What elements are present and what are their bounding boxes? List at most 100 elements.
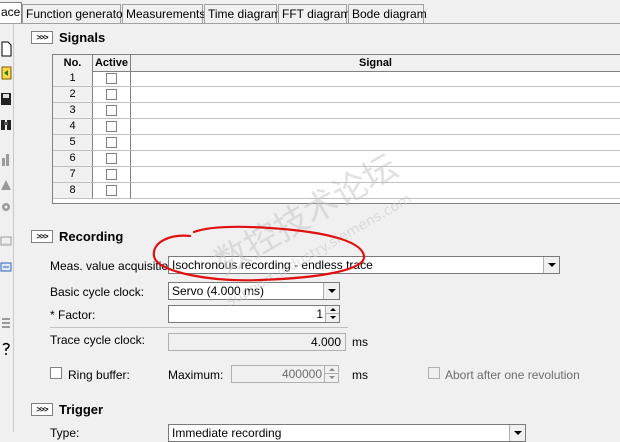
gear-icon[interactable] [0, 198, 12, 216]
device-icon[interactable]: … [0, 232, 12, 250]
spin-down-button [325, 374, 338, 382]
active-cell [93, 135, 131, 150]
factor-label: * Factor: [50, 308, 96, 322]
table-row[interactable]: 5 [53, 135, 620, 151]
tab-bode-diagram[interactable]: Bode diagram [348, 4, 427, 23]
signal-cell[interactable] [131, 183, 620, 198]
svg-text:…: … [3, 239, 9, 246]
active-cell [93, 167, 131, 182]
active-checkbox[interactable] [106, 89, 117, 100]
tab-label: Bode diagram [352, 7, 427, 21]
tab-time-diagram[interactable]: Time diagram [204, 4, 281, 23]
row-number: 2 [53, 87, 93, 102]
signal-cell[interactable] [131, 87, 620, 102]
recording-expand-button[interactable]: >>> [31, 230, 53, 243]
save-icon[interactable] [0, 90, 12, 108]
active-checkbox[interactable] [106, 153, 117, 164]
factor-value: 1 [316, 307, 323, 321]
chevron-down-icon[interactable] [543, 257, 559, 273]
binoculars-icon[interactable] [0, 116, 12, 134]
maximum-unit: ms [352, 368, 368, 382]
trigger-title: Trigger [59, 402, 104, 417]
meas-value-label: Meas. value acquisition: [50, 259, 179, 273]
row-number: 8 [53, 183, 93, 198]
row-number: 1 [53, 71, 93, 86]
signal-cell[interactable] [131, 103, 620, 118]
tab-function-generator[interactable]: Function generator [22, 4, 127, 23]
maximum-label: Maximum: [168, 368, 224, 382]
row-number: 4 [53, 119, 93, 134]
active-cell [93, 119, 131, 134]
main-panel: >>> Signals No. Active Signal 12345678 >… [14, 24, 620, 442]
active-checkbox[interactable] [106, 169, 117, 180]
active-cell [93, 71, 131, 86]
basic-cycle-text: Servo (4.000 ms) [172, 284, 265, 298]
spin-up-button [325, 366, 338, 374]
signal-cell[interactable] [131, 135, 620, 150]
factor-stepper[interactable]: 1 [168, 305, 340, 323]
trigger-expand-button[interactable]: >>> [31, 403, 53, 416]
signal-cell[interactable] [131, 151, 620, 166]
meas-value-text: Isochronous recording - endless trace [172, 258, 373, 272]
list-icon[interactable] [0, 314, 12, 332]
trace-cycle-value: 4.000 [310, 335, 341, 349]
signals-expand-button[interactable]: >>> [31, 31, 53, 44]
ring-buffer-label: Ring buffer: [68, 368, 130, 382]
settings-icon[interactable] [0, 258, 12, 276]
help-icon[interactable] [0, 340, 12, 358]
table-row[interactable]: 4 [53, 119, 620, 135]
ring-buffer-checkbox[interactable] [50, 367, 62, 379]
meas-value-select[interactable]: Isochronous recording - endless trace [168, 256, 560, 274]
tab-label: Function generator [26, 7, 127, 21]
new-file-icon[interactable] [0, 40, 12, 58]
left-toolbar: … [0, 24, 14, 432]
chart-icon[interactable] [0, 174, 12, 192]
row-number: 6 [53, 151, 93, 166]
row-number: 7 [53, 167, 93, 182]
spin-up-button[interactable] [326, 306, 339, 314]
maximum-value: 400000 [281, 367, 322, 381]
tab-fft-diagram[interactable]: FFT diagram [278, 4, 350, 23]
signal-cell[interactable] [131, 119, 620, 134]
signal-cell[interactable] [131, 71, 620, 86]
active-checkbox[interactable] [106, 105, 117, 116]
spin-down-button[interactable] [326, 314, 339, 322]
tab-trace[interactable]: ace [0, 2, 22, 24]
spin-buttons [324, 366, 338, 382]
trace-cycle-label: Trace cycle clock: [50, 333, 145, 347]
reload-icon[interactable] [0, 64, 12, 82]
active-cell [93, 183, 131, 198]
table-row[interactable]: 2 [53, 87, 620, 103]
tab-label: ace [1, 5, 21, 19]
active-checkbox[interactable] [106, 137, 117, 148]
active-cell [93, 103, 131, 118]
table-row[interactable]: 3 [53, 103, 620, 119]
recording-title: Recording [59, 229, 124, 244]
table-row[interactable]: 7 [53, 167, 620, 183]
active-checkbox[interactable] [106, 73, 117, 84]
tab-label: Measurements [126, 7, 206, 21]
table-row[interactable]: 6 [53, 151, 620, 167]
trace-cycle-field: 4.000 [168, 333, 346, 351]
tab-label: Time diagram [208, 7, 281, 21]
signal-cell[interactable] [131, 167, 620, 182]
table-row[interactable]: 8 [53, 183, 620, 199]
trigger-type-text: Immediate recording [172, 426, 282, 440]
col-active-header: Active [93, 55, 131, 71]
basic-cycle-label: Basic cycle clock: [50, 285, 145, 299]
chart-icon[interactable] [0, 150, 12, 168]
chevron-down-icon[interactable] [509, 425, 525, 441]
active-cell [93, 151, 131, 166]
active-cell [93, 87, 131, 102]
signals-table: No. Active Signal 12345678 [52, 54, 620, 204]
table-row[interactable]: 1 [53, 71, 620, 87]
divider [50, 327, 348, 328]
active-checkbox[interactable] [106, 121, 117, 132]
col-no-header: No. [53, 55, 93, 71]
basic-cycle-select[interactable]: Servo (4.000 ms) [168, 282, 340, 300]
trigger-type-select[interactable]: Immediate recording [168, 424, 526, 442]
tab-measurements[interactable]: Measurements [122, 4, 206, 23]
table-header: No. Active Signal [53, 55, 620, 72]
active-checkbox[interactable] [106, 185, 117, 196]
chevron-down-icon[interactable] [323, 283, 339, 299]
